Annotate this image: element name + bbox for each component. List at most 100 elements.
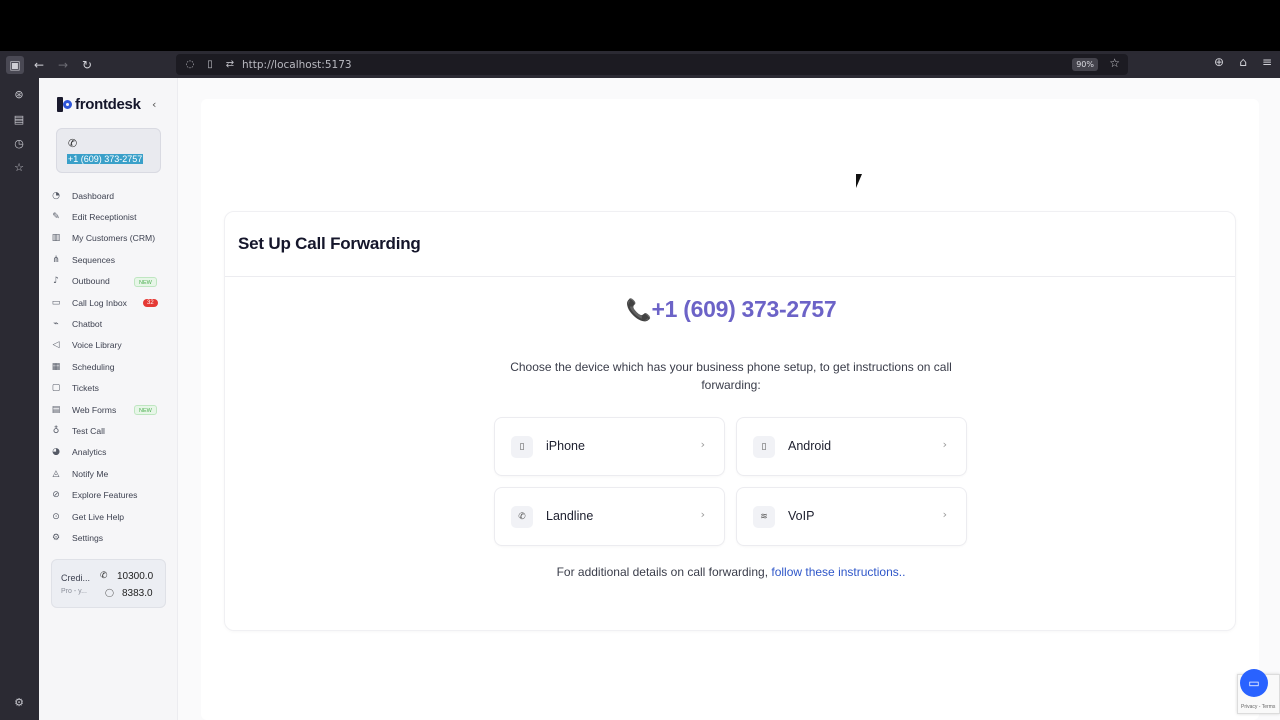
additional-details-text: For additional details on call forwardin… [225,565,1237,579]
page-title: Set Up Call Forwarding [238,234,421,253]
reload-icon[interactable]: ↻ [78,56,96,74]
sidebar-item-voice-library[interactable]: ◁ Voice Library [39,335,178,356]
device-instructions-text: Choose the device which has your busines… [510,360,952,392]
extension-icon[interactable]: ⊕ [1212,55,1226,69]
wifi-icon: ≋ [753,506,775,528]
device-label: Landline [546,509,594,523]
smartphone-icon: ▯ [753,436,775,458]
analytics-icon: ◕ [52,447,60,458]
tabs-icon[interactable]: ▤ [12,113,26,127]
form-icon: ▤ [51,404,61,415]
telephone-icon: 📞 [625,298,652,322]
credits-card[interactable]: Credi... Pro - y... ✆ 10300.0 ◯ 8383.0 [51,559,166,608]
main-content: Set Up Call Forwarding 📞+1 (609) 373-275… [201,99,1259,720]
phone-number[interactable]: +1 (609) 373-2757 [67,154,144,164]
chevron-right-icon: › [942,438,947,451]
phone-number-card[interactable]: ✆ +1 (609) 373-2757 [56,128,161,173]
device-option-landline[interactable]: ✆ Landline › [494,487,725,546]
sidebar-item-outbound[interactable]: ♪ Outbound NEW [39,271,178,292]
forward-icon[interactable]: → [54,56,72,74]
sidebar-item-web-forms[interactable]: ▤ Web Forms NEW [39,399,178,420]
sidebar-item-get-live-help[interactable]: ⊙ Get Live Help [39,506,178,527]
sidebar-item-label: Voice Library [72,340,122,351]
back-icon[interactable]: ← [30,56,48,74]
sidebar-nav: ◔ Dashboard ✎ Edit Receptionist ▥ My Cus… [39,185,178,549]
bell-icon: ◬ [52,468,60,479]
new-badge: NEW [134,276,157,287]
customize-gear-icon[interactable]: ⚙ [12,696,26,710]
card-header: Set Up Call Forwarding [225,212,1235,277]
footnote-text: For additional details on call forwardin… [556,565,772,579]
phone-icon: ✆ [68,137,78,150]
menu-icon[interactable]: ≡ [1260,55,1274,69]
credits-plan: Pro - y... [61,588,87,595]
sidebar-item-scheduling[interactable]: ▦ Scheduling [39,356,178,377]
device-option-iphone[interactable]: ▯ iPhone › [494,417,725,476]
sidebar-item-my-customers[interactable]: ▥ My Customers (CRM) [39,228,178,249]
sidebar-item-tickets[interactable]: ▢ Tickets [39,378,178,399]
sidebar-item-label: Analytics [72,447,107,458]
sidebar-item-analytics[interactable]: ◕ Analytics [39,442,178,463]
sidebar-item-explore-features[interactable]: ⊘ Explore Features [39,484,178,505]
gauge-icon: ◔ [52,190,60,201]
collapse-sidebar-icon[interactable]: ‹ [152,98,156,111]
instructions-link[interactable]: follow these instructions.. [771,565,905,579]
sidebar-toggle-icon[interactable]: ▣ [6,55,24,74]
business-phone-display: 📞+1 (609) 373-2757 [225,296,1237,323]
sidebar-item-test-call[interactable]: ♁ Test Call [39,420,178,441]
help-icon: ⊙ [52,511,60,522]
call-forwarding-card: Set Up Call Forwarding 📞+1 (609) 373-275… [224,211,1236,631]
sidebar-item-call-log-inbox[interactable]: ▭ Call Log Inbox 32 [39,292,178,313]
browser-sidebar: ⊛ ▤ ◷ ☆ ⚙ [0,78,39,720]
sidebar-item-label: Get Live Help [72,511,125,522]
ai-chat-icon[interactable]: ⊛ [12,88,26,102]
flow-icon: ⋔ [52,254,60,265]
sidebar-item-label: Tickets [72,383,99,394]
url-bar[interactable]: ◌ ▯ ⇄ http://localhost:5173 90% ☆ [176,54,1128,75]
sidebar-item-settings[interactable]: ⚙ Settings [39,527,178,548]
url-text[interactable]: http://localhost:5173 [242,59,352,71]
ticket-icon: ▢ [51,383,61,394]
gear-icon: ⚙ [51,532,61,543]
history-icon[interactable]: ◷ [12,137,26,151]
device-option-voip[interactable]: ≋ VoIP › [736,487,967,546]
zoom-level[interactable]: 90% [1072,58,1098,71]
new-badge: NEW [134,404,157,415]
sidebar-item-label: Notify Me [72,468,109,479]
logo[interactable]: frontdesk [57,96,141,113]
device-label: Android [788,439,832,453]
screen-top-bar [0,0,1280,51]
sidebar-item-dashboard[interactable]: ◔ Dashboard [39,185,178,206]
recaptcha-text[interactable]: Privacy - Terms [1241,704,1275,710]
sidebar-item-label: Sequences [72,254,116,265]
device-label: iPhone [546,439,585,453]
call-credits: 10300.0 [117,571,154,582]
bookmark-star-icon[interactable]: ☆ [1109,56,1120,70]
phone-icon: ✆ [100,571,108,581]
sidebar-item-label: Chatbot [72,319,103,330]
sidebar-item-chatbot[interactable]: ⌁ Chatbot [39,313,178,334]
count-badge: 32 [143,298,158,307]
puzzle-icon[interactable]: ⌂ [1236,55,1250,69]
sidebar-item-edit-receptionist[interactable]: ✎ Edit Receptionist [39,206,178,227]
sidebar-item-label: Outbound [72,276,110,287]
phone-icon: ✆ [511,506,533,528]
bookmarks-icon[interactable]: ☆ [12,161,26,175]
app-sidebar: frontdesk ‹ ✆ +1 (609) 373-2757 ◔ Dashbo… [39,78,178,720]
support-chat-button[interactable]: ▭ [1240,669,1268,697]
connection-icon[interactable]: ⇄ [224,59,236,70]
voice-icon: ◁ [52,340,60,351]
sidebar-item-label: Call Log Inbox [72,297,127,308]
device-label: VoIP [788,509,815,523]
shield-icon[interactable]: ◌ [184,59,196,70]
bar-chart-icon: ▥ [51,233,61,244]
compass-icon: ⊘ [52,490,60,501]
chat-icon: ⌁ [53,319,59,330]
sidebar-item-notify-me[interactable]: ◬ Notify Me [39,463,178,484]
sidebar-item-label: Scheduling [72,361,115,372]
sidebar-item-sequences[interactable]: ⋔ Sequences [39,249,178,270]
chat-credits: 8383.0 [122,588,153,599]
sidebar-item-label: Test Call [72,425,105,436]
device-option-android[interactable]: ▯ Android › [736,417,967,476]
sidebar-item-label: Explore Features [72,490,138,501]
